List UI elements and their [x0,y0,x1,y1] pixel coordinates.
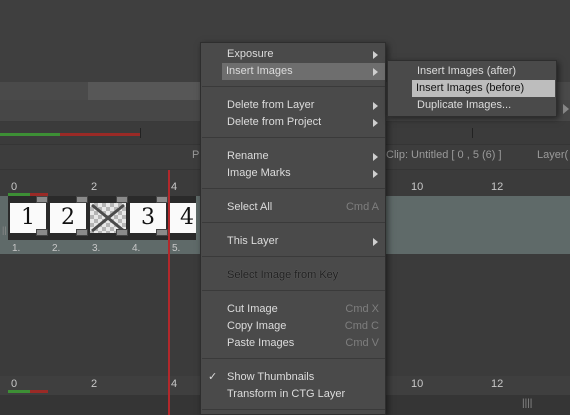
frame-number: 2 [91,181,98,193]
context-menu: Exposure Insert Images Delete from Layer… [200,42,386,415]
menu-separator [202,290,385,291]
sprocket [116,196,128,203]
menu-item-select-image-from-key[interactable]: Select Image from Key [202,267,385,284]
frame-number: 10 [411,378,424,390]
layer-info-text: Layer( [537,149,569,161]
menu-item-cut-image[interactable]: Cut Image Cmd X [202,301,385,318]
cell-label: 4. [132,243,141,254]
frame-number: 2 [91,378,98,390]
scroll-grip-icon[interactable]: |||| [522,398,532,409]
sprocket [36,196,48,203]
menu-item-insert-images[interactable]: Insert Images [222,63,385,80]
menu-item-show-thumbnails[interactable]: ✓ Show Thumbnails [202,369,385,386]
frame-number: 0 [11,378,18,390]
panel-strip-tab[interactable] [88,82,200,100]
sprocket [156,196,168,203]
range-marker[interactable] [140,128,141,138]
image-cell[interactable]: 4 [170,203,196,233]
menu-separator [202,409,385,410]
shortcut-label: Cmd X [345,303,379,315]
submenu-arrow-icon [373,68,378,76]
frame-number: 12 [491,378,504,390]
menu-separator [202,86,385,87]
menu-item-paste-images[interactable]: Paste Images Cmd V [202,335,385,352]
sprocket [156,229,168,236]
menu-separator [202,358,385,359]
frame-number: 10 [411,181,424,193]
shortcut-label: Cmd A [345,201,379,213]
frame-number: 0 [11,181,18,193]
shortcut-label: Cmd C [344,320,379,332]
menu-item-exposure[interactable]: Exposure [202,46,385,63]
insert-images-submenu: Insert Images (after) Insert Images (bef… [387,60,557,117]
cell-label: 2. [52,243,61,254]
scroll-right-arrow-icon[interactable] [563,104,569,114]
menu-item-image-marks[interactable]: Image Marks [202,165,385,182]
submenu-arrow-icon [373,102,378,110]
menu-item-copy-image[interactable]: Copy Image Cmd C [202,318,385,335]
clip-info-text: Clip: Untitled [ 0 , 5 (6) ] [386,149,502,161]
sprocket [36,229,48,236]
info-p-label: P [192,149,200,161]
range-green-bar [8,390,30,393]
submenu-arrow-icon [373,238,378,246]
submenu-item-insert-after[interactable]: Insert Images (after) [389,63,555,80]
menu-separator [202,222,385,223]
submenu-arrow-icon [373,170,378,178]
menu-item-select-all[interactable]: Select All Cmd A [202,199,385,216]
playhead[interactable] [168,170,170,415]
menu-separator [202,188,385,189]
menu-separator [202,256,385,257]
menu-item-rename[interactable]: Rename [202,148,385,165]
sprocket [76,196,88,203]
frame-number: 4 [171,378,178,390]
submenu-arrow-icon [373,153,378,161]
cell-label: 1. [12,243,21,254]
frame-number: 4 [171,181,178,193]
checkmark-icon: ✓ [208,371,218,383]
range-red-bar [30,390,48,393]
submenu-item-insert-before[interactable]: Insert Images (before) [412,80,555,97]
layer-grip[interactable]: || [2,225,7,235]
range-red-bar [60,133,140,136]
range-marker[interactable] [472,128,473,138]
menu-item-delete-from-layer[interactable]: Delete from Layer [202,97,385,114]
menu-item-transform-in-ctg-layer[interactable]: Transform in CTG Layer [202,386,385,403]
sprocket [76,229,88,236]
shortcut-label: Cmd V [345,337,379,349]
cell-label: 3. [92,243,101,254]
submenu-arrow-icon [373,119,378,127]
frame-number: 12 [491,181,504,193]
range-green-bar [0,133,60,136]
menu-item-this-layer[interactable]: This Layer [202,233,385,250]
submenu-arrow-icon [373,51,378,59]
cell-label: 5. [172,243,181,254]
sprocket [116,229,128,236]
submenu-item-duplicate-images[interactable]: Duplicate Images... [389,97,555,114]
menu-item-delete-from-project[interactable]: Delete from Project [202,114,385,131]
menu-separator [202,137,385,138]
